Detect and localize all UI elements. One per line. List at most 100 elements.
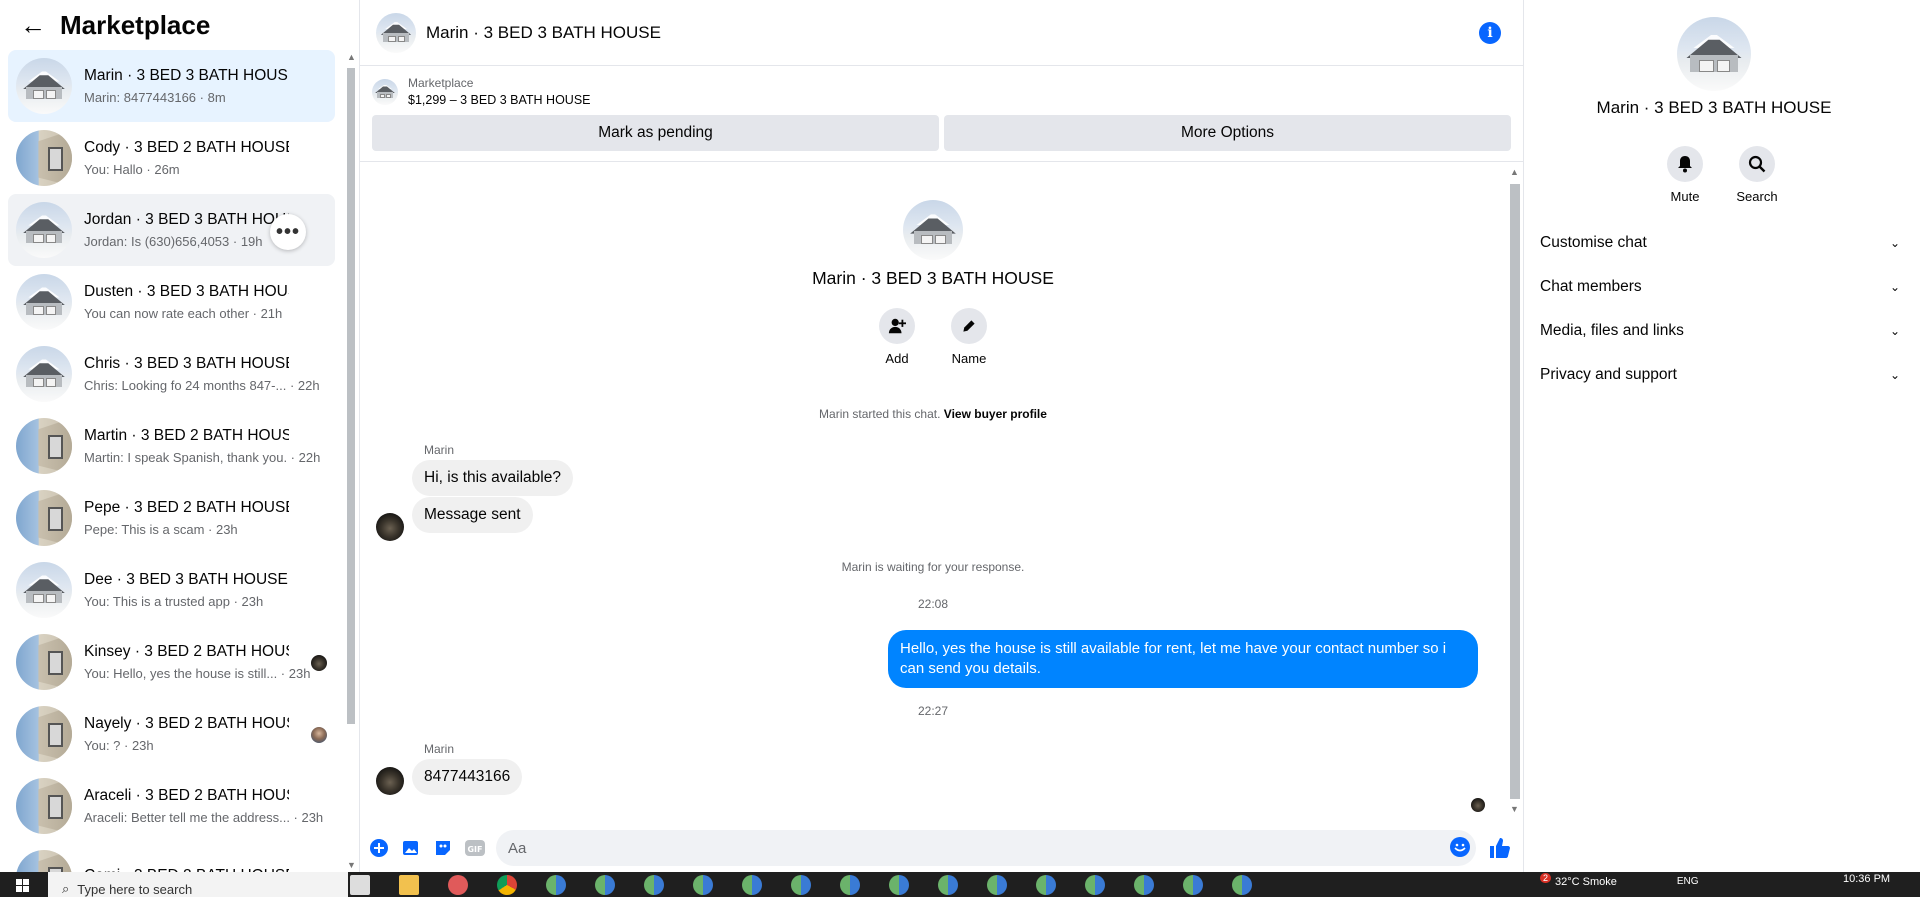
customise-chat-section[interactable]: Customise chat ⌄ bbox=[1540, 221, 1900, 265]
chrome-profile-icon[interactable] bbox=[1183, 875, 1203, 895]
conversation-item[interactable]: Araceli · 3 BED 2 BATH HOUSE Araceli: Bet… bbox=[8, 770, 335, 842]
chat-header-avatar[interactable] bbox=[376, 12, 416, 53]
conversation-list: Marin · 3 BED 3 BATH HOUSE Marin: 8477443… bbox=[8, 50, 335, 872]
back-arrow-icon[interactable]: ← bbox=[20, 12, 46, 38]
chrome-profile-icon[interactable] bbox=[889, 875, 909, 895]
more-options-icon[interactable]: ••• bbox=[270, 214, 306, 250]
plus-icon[interactable] bbox=[368, 837, 390, 859]
windows-start-icon[interactable] bbox=[16, 879, 30, 893]
chrome-profile-icon[interactable] bbox=[742, 875, 762, 895]
conversation-item[interactable]: Cody · 3 BED 2 BATH HOUSE You: Hallo · 26… bbox=[8, 122, 335, 194]
marketplace-label: Marketplace bbox=[408, 76, 474, 90]
conversation-item[interactable]: Dusten · 3 BED 3 BATH HOUSE You can now r… bbox=[8, 266, 335, 338]
add-person-icon bbox=[879, 308, 915, 344]
edit-name-button[interactable]: Name bbox=[939, 308, 999, 366]
gif-icon[interactable]: GIF bbox=[464, 837, 486, 859]
mark-pending-button[interactable]: Mark as pending bbox=[372, 115, 939, 151]
conversation-item[interactable]: Kinsey · 3 BED 2 BATH HOUSE You: Hello, y… bbox=[8, 626, 335, 698]
conversation-item[interactable]: Pepe · 3 BED 2 BATH HOUSE Pepe: This is a… bbox=[8, 482, 335, 554]
chrome-profile-icon[interactable] bbox=[840, 875, 860, 895]
message-composer: GIF Aa bbox=[360, 826, 1523, 870]
conversation-item[interactable]: Nayely · 3 BED 2 BATH HOUSE You: ? · 23h bbox=[8, 698, 335, 770]
conversation-name: Cody · 3 BED 2 BATH HOUSE bbox=[84, 139, 289, 156]
sticker-icon[interactable] bbox=[432, 837, 454, 859]
chrome-profile-icon[interactable] bbox=[1232, 875, 1252, 895]
chrome-profile-icon[interactable] bbox=[1036, 875, 1056, 895]
thread-scrollbar[interactable]: ▲ ▼ bbox=[1507, 164, 1521, 818]
incoming-message[interactable]: 8477443166 bbox=[412, 759, 523, 795]
chrome-profile-icon[interactable] bbox=[546, 875, 566, 895]
taskbar-search-input[interactable]: ⌕ Type here to search bbox=[48, 872, 348, 897]
chrome-icon[interactable] bbox=[497, 875, 517, 895]
conversation-thumbnail bbox=[16, 58, 72, 114]
taskbar-clock[interactable]: 10:36 PM bbox=[1843, 873, 1890, 885]
emoji-icon[interactable] bbox=[1450, 837, 1470, 857]
incoming-message[interactable]: Hi, is this available? bbox=[412, 460, 573, 496]
chat-members-section[interactable]: Chat members ⌄ bbox=[1540, 265, 1900, 309]
scroll-up-icon[interactable]: ▲ bbox=[347, 52, 356, 62]
listing-title[interactable]: $1,299 – 3 BED 3 BATH HOUSE bbox=[408, 93, 591, 107]
view-buyer-profile-link[interactable]: View buyer profile bbox=[944, 407, 1047, 421]
incoming-message[interactable]: Message sent bbox=[412, 497, 533, 533]
conversation-item[interactable]: Marin · 3 BED 3 BATH HOUSE Marin: 8477443… bbox=[8, 50, 335, 122]
windows-taskbar: ⌕ Type here to search 2 32°C Smoke ENG 1… bbox=[0, 872, 1920, 897]
chat-title[interactable]: Marin · 3 BED 3 BATH HOUSE bbox=[426, 23, 661, 43]
sidebar-scrollbar[interactable]: ▲ ▼ bbox=[345, 52, 357, 872]
task-view-icon[interactable] bbox=[350, 875, 370, 895]
intro-avatar[interactable] bbox=[903, 200, 963, 260]
chrome-profile-icon[interactable] bbox=[644, 875, 664, 895]
photo-icon[interactable] bbox=[400, 837, 422, 859]
read-receipt-avatar bbox=[1471, 798, 1485, 812]
sender-avatar[interactable] bbox=[376, 513, 404, 541]
language-indicator[interactable]: ENG bbox=[1677, 876, 1699, 887]
file-explorer-icon[interactable] bbox=[399, 875, 419, 895]
mute-button[interactable]: Mute bbox=[1655, 146, 1715, 204]
scroll-down-icon[interactable]: ▼ bbox=[1510, 804, 1519, 814]
app-icon[interactable] bbox=[448, 875, 468, 895]
conversation-item[interactable]: Jordan · 3 BED 3 BATH HOUSE Jordan: Is (6… bbox=[8, 194, 335, 266]
scroll-down-icon[interactable]: ▼ bbox=[347, 860, 356, 870]
weather-widget[interactable]: 32°C Smoke bbox=[1555, 876, 1617, 888]
chrome-profile-icon[interactable] bbox=[938, 875, 958, 895]
conversation-item[interactable]: Martin · 3 BED 2 BATH HOUSE Martin: I spe… bbox=[8, 410, 335, 482]
conversation-item[interactable]: Cami · 3 BED 2 BATH HOUSE bbox=[8, 842, 335, 872]
search-button[interactable]: Search bbox=[1727, 146, 1787, 204]
more-options-button[interactable]: More Options bbox=[944, 115, 1511, 151]
chrome-profile-icon[interactable] bbox=[791, 875, 811, 895]
conversation-preview: You: ? · 23h bbox=[84, 738, 154, 753]
chevron-down-icon: ⌄ bbox=[1889, 236, 1900, 250]
conversation-thumbnail bbox=[16, 202, 72, 258]
media-files-links-section[interactable]: Media, files and links ⌄ bbox=[1540, 309, 1900, 353]
seen-avatar bbox=[311, 655, 327, 671]
conversation-preview: Martin: I speak Spanish, thank you. · 22… bbox=[84, 450, 321, 465]
chrome-profile-icon[interactable] bbox=[693, 875, 713, 895]
thumbs-up-icon[interactable] bbox=[1488, 836, 1512, 865]
notification-badge[interactable]: 2 bbox=[1540, 873, 1552, 883]
message-input[interactable]: Aa bbox=[496, 830, 1476, 866]
svg-text:GIF: GIF bbox=[467, 845, 482, 854]
taskbar-apps bbox=[350, 875, 1281, 895]
conversation-thumbnail bbox=[16, 346, 72, 402]
scroll-up-icon[interactable]: ▲ bbox=[1510, 167, 1519, 177]
system-tray: 2 32°C Smoke ENG bbox=[1540, 872, 1699, 897]
listing-thumbnail[interactable] bbox=[372, 78, 398, 105]
chrome-profile-icon[interactable] bbox=[1085, 875, 1105, 895]
conversation-thumbnail bbox=[16, 778, 72, 834]
conversation-name: Chris · 3 BED 3 BATH HOUSE bbox=[84, 355, 289, 372]
outgoing-message[interactable]: Hello, yes the house is still available … bbox=[888, 630, 1478, 688]
conversation-item[interactable]: Dee · 3 BED 3 BATH HOUSE You: This is a t… bbox=[8, 554, 335, 626]
conversation-sidebar: ← Marketplace Marin · 3 BED 3 BATH HOUSE… bbox=[0, 0, 360, 872]
details-avatar[interactable] bbox=[1677, 17, 1751, 91]
add-person-button[interactable]: Add bbox=[867, 308, 927, 366]
sender-avatar[interactable] bbox=[376, 767, 404, 795]
chrome-profile-icon[interactable] bbox=[1134, 875, 1154, 895]
conversation-item[interactable]: Chris · 3 BED 3 BATH HOUSE Chris: Looking… bbox=[8, 338, 335, 410]
scroll-thumb[interactable] bbox=[347, 68, 355, 724]
chevron-down-icon: ⌄ bbox=[1889, 280, 1900, 294]
info-icon[interactable]: i bbox=[1479, 22, 1501, 44]
scroll-thumb[interactable] bbox=[1510, 184, 1520, 799]
chat-panel: Marin · 3 BED 3 BATH HOUSE i Marketplace… bbox=[360, 0, 1523, 872]
chrome-profile-icon[interactable] bbox=[595, 875, 615, 895]
privacy-support-section[interactable]: Privacy and support ⌄ bbox=[1540, 353, 1900, 397]
chrome-profile-icon[interactable] bbox=[987, 875, 1007, 895]
